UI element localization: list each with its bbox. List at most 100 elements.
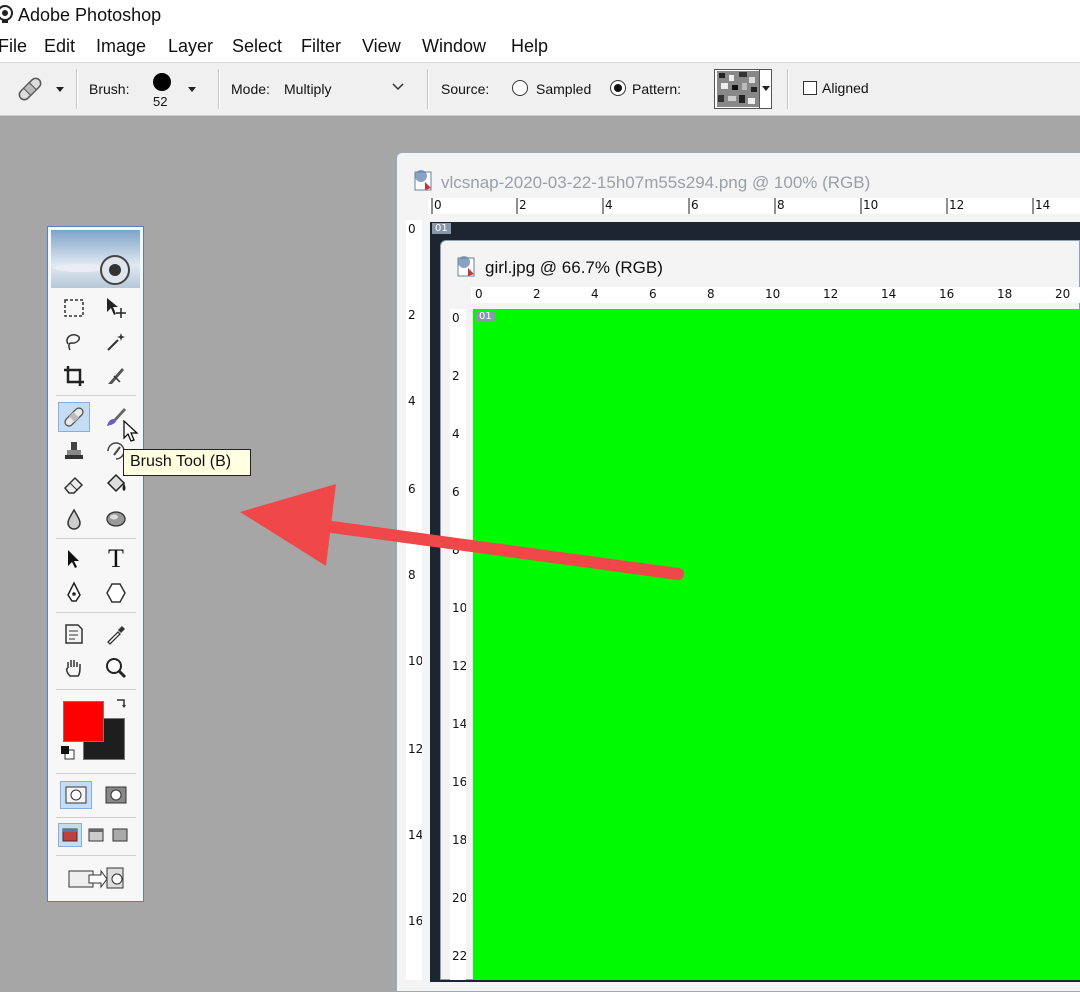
ruler-label: 6: [691, 198, 699, 212]
toolbox-separator: [56, 612, 136, 613]
foreground-color-swatch[interactable]: [63, 701, 104, 742]
mode-select-value: Multiply: [284, 81, 332, 97]
move-tool-icon[interactable]: [100, 293, 132, 323]
ruler-label: 4: [452, 427, 460, 441]
eyedropper-tool-icon[interactable]: [100, 619, 132, 649]
separator: [787, 69, 789, 109]
ruler-label: 12: [408, 742, 422, 756]
hand-tool-icon[interactable]: [58, 653, 90, 683]
magic-wand-tool-icon[interactable]: [100, 327, 132, 357]
toolbox-separator: [56, 817, 136, 818]
ruler-label: 6: [649, 287, 657, 301]
type-tool-icon[interactable]: T: [100, 544, 132, 574]
aligned-checkbox[interactable]: [803, 81, 817, 95]
document-title[interactable]: girl.jpg @ 66.7% (RGB): [485, 258, 663, 278]
pattern-radio[interactable]: [610, 80, 626, 96]
toolbox-header-logo[interactable]: [51, 230, 140, 288]
toolbox-separator: [56, 855, 136, 856]
notes-tool-icon[interactable]: [58, 619, 90, 649]
chevron-down-icon[interactable]: [392, 83, 404, 91]
jump-to-imageready-icon[interactable]: [62, 863, 132, 893]
brush-label: Brush:: [89, 81, 130, 97]
ruler-label: 2: [533, 287, 541, 301]
default-colors-icon[interactable]: [60, 745, 76, 761]
horizontal-ruler: 0 2 4 6 8 10 12 14: [428, 198, 1080, 214]
ruler-label: 10: [765, 287, 781, 301]
menu-help[interactable]: Help: [511, 36, 548, 57]
menu-window[interactable]: Window: [422, 36, 486, 57]
standard-screen-mode-icon[interactable]: [58, 823, 82, 847]
document-canvas-girl[interactable]: [473, 309, 1080, 980]
ruler-label: 12: [949, 198, 965, 212]
layer-tag: 01: [476, 311, 495, 322]
photoshop-app-icon: [0, 4, 14, 24]
ruler-label: 4: [408, 394, 416, 408]
clone-stamp-tool-icon[interactable]: [58, 436, 90, 466]
ruler-label: 16: [452, 775, 466, 789]
crop-tool-icon[interactable]: [58, 361, 90, 391]
ruler-label: 14: [452, 717, 466, 731]
mode-label: Mode:: [231, 81, 270, 97]
ruler-label: 4: [591, 287, 599, 301]
ruler-label: 14: [408, 828, 422, 842]
ruler-label: 4: [605, 198, 613, 212]
pattern-picker-arrow[interactable]: [762, 86, 770, 91]
tool-options-bar: Brush: 52 Mode: Multiply Source: Sampled…: [0, 62, 1080, 116]
standard-mode-icon[interactable]: [60, 781, 92, 809]
vertical-ruler: 0 2 4 6 8 10 12 14 16 18 20 22: [450, 309, 466, 980]
vertical-ruler: 0 2 4 6 8 10 12 14 16: [406, 220, 422, 980]
ruler-label: 10: [452, 601, 466, 615]
menu-file[interactable]: File: [0, 36, 27, 57]
dodge-tool-icon[interactable]: [100, 504, 132, 534]
zoom-tool-icon[interactable]: [100, 653, 132, 683]
pattern-label: Pattern:: [632, 81, 682, 97]
ruler-label: 10: [408, 654, 422, 668]
menu-edit[interactable]: Edit: [44, 36, 75, 57]
full-screen-menu-mode-icon[interactable]: [84, 823, 108, 847]
mouse-cursor-icon: [123, 420, 141, 444]
brush-size-value: 52: [153, 94, 168, 109]
ruler-label: 14: [1035, 198, 1051, 212]
tool-preset-dropdown-arrow[interactable]: [56, 87, 64, 92]
slice-tool-icon[interactable]: [100, 361, 132, 391]
full-screen-mode-icon[interactable]: [108, 823, 132, 847]
lasso-tool-icon[interactable]: [58, 327, 90, 357]
menu-image[interactable]: Image: [96, 36, 146, 57]
ruler-label: 20: [1055, 287, 1071, 301]
toolbox-separator: [56, 538, 136, 539]
menu-bar: File Edit Image Layer Select Filter View…: [0, 30, 1080, 62]
toolbox-separator: [56, 395, 136, 396]
separator: [218, 69, 220, 109]
eraser-tool-icon[interactable]: [58, 470, 90, 500]
healing-brush-tool-preset-icon[interactable]: [14, 75, 46, 103]
document-title[interactable]: vlcsnap-2020-03-22-15h07m55s294.png @ 10…: [441, 173, 870, 193]
swap-colors-icon[interactable]: [114, 697, 130, 713]
pen-tool-icon[interactable]: [58, 578, 90, 608]
sampled-radio[interactable]: [512, 80, 528, 96]
annotation-arrow-icon: [230, 480, 690, 580]
pattern-picker[interactable]: [714, 69, 772, 109]
ruler-label: 10: [863, 198, 879, 212]
blur-tool-icon[interactable]: [58, 504, 90, 534]
menu-layer[interactable]: Layer: [168, 36, 213, 57]
ruler-label: 16: [408, 914, 422, 928]
brush-picker-arrow[interactable]: [188, 87, 196, 92]
ruler-label: 18: [997, 287, 1013, 301]
healing-brush-tool-icon[interactable]: [58, 402, 90, 432]
menu-filter[interactable]: Filter: [301, 36, 341, 57]
path-selection-tool-icon[interactable]: [58, 544, 90, 574]
aligned-label: Aligned: [822, 80, 869, 96]
sampled-label: Sampled: [536, 81, 592, 97]
horizontal-ruler: 0 2 4 6 8 10 12 14 16 18 20: [471, 287, 1080, 303]
menu-select[interactable]: Select: [232, 36, 282, 57]
ruler-label: 8: [707, 287, 715, 301]
quick-mask-mode-icon[interactable]: [100, 781, 132, 809]
menu-view[interactable]: View: [362, 36, 401, 57]
shape-tool-icon[interactable]: [100, 578, 132, 608]
tool-tooltip: Brush Tool (B): [123, 449, 251, 476]
brush-preview-dot[interactable]: [153, 73, 171, 91]
title-bar: Adobe Photoshop: [0, 0, 1080, 30]
marquee-tool-icon[interactable]: [58, 293, 90, 323]
document-icon: [454, 254, 478, 278]
ruler-label: 12: [452, 659, 466, 673]
